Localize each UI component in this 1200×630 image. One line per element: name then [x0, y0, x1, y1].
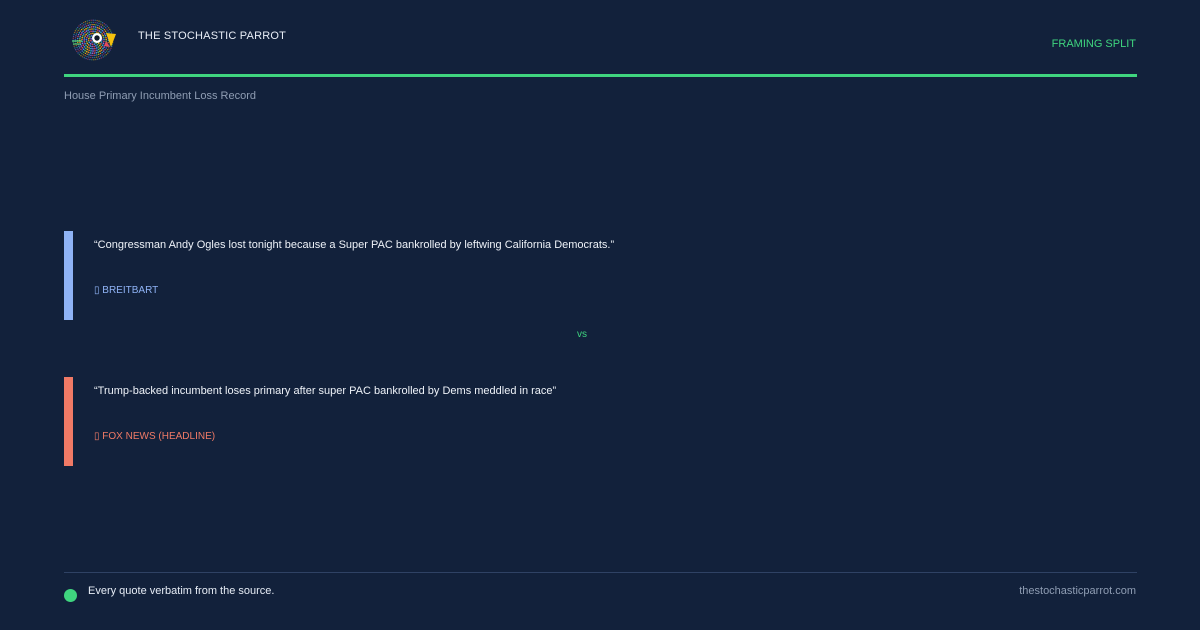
- breitbart-quote-bar: [64, 231, 73, 320]
- fox-news-source-label: ▯ FOX NEWS (HEADLINE): [94, 431, 216, 442]
- site-url: thestochasticparrot.com: [1019, 585, 1136, 597]
- parrot-logo-icon: [66, 16, 120, 64]
- vs-divider: vs: [577, 329, 587, 340]
- breitbart-source-label: ▯ BREITBART: [94, 285, 159, 296]
- parrot-logo-svg: [72, 19, 116, 61]
- green-dot-icon: [64, 589, 77, 602]
- site-brand-name: THE STOCHASTIC PARROT: [138, 30, 287, 42]
- breitbart-quote-text: “Congressman Andy Ogles lost tonight bec…: [94, 239, 615, 251]
- breitbart-quote-card: “Congressman Andy Ogles lost tonight bec…: [64, 231, 1136, 320]
- fox-news-quote-card: “Trump-backed incumbent loses primary af…: [64, 377, 1136, 466]
- verbatim-note: Every quote verbatim from the source.: [88, 585, 275, 597]
- story-subtitle: House Primary Incumbent Loss Record: [64, 90, 256, 102]
- framing-split-tag: FRAMING SPLIT: [1051, 38, 1136, 50]
- fox-news-quote-text: “Trump-backed incumbent loses primary af…: [94, 385, 557, 397]
- header-divider: [64, 74, 1137, 77]
- footer-divider: [64, 572, 1137, 573]
- fox-news-quote-bar: [64, 377, 73, 466]
